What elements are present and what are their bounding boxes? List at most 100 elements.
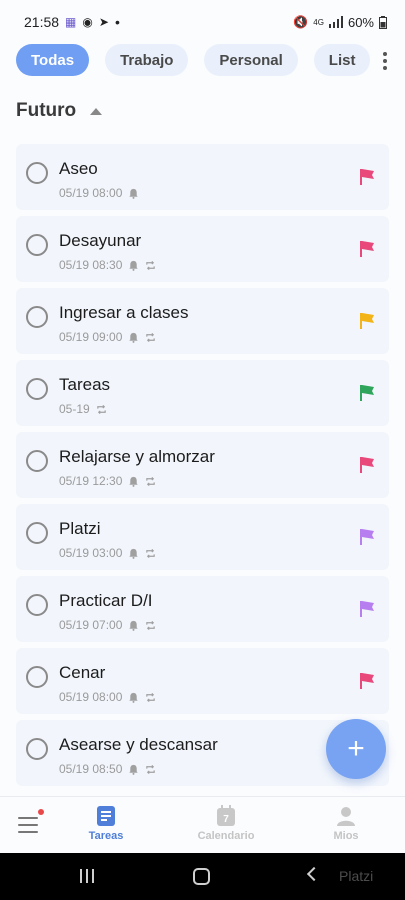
task-checkbox[interactable] — [26, 666, 48, 688]
priority-flag-icon[interactable] — [359, 312, 375, 330]
filter-chips: Todas Trabajo Personal List — [16, 44, 405, 78]
task-card[interactable]: Practicar D/I 05/19 07:00 — [16, 576, 389, 642]
priority-flag-icon[interactable] — [359, 240, 375, 258]
repeat-icon — [96, 404, 106, 414]
task-meta: 05/19 08:00 — [59, 690, 156, 704]
repeat-icon — [146, 764, 156, 774]
priority-flag-icon[interactable] — [359, 672, 375, 690]
collapse-arrow-icon[interactable] — [90, 107, 103, 115]
tab-calendario-label: Calendario — [197, 830, 255, 842]
task-card[interactable]: Aseo 05/19 08:00 — [16, 144, 389, 210]
bell-icon — [129, 548, 139, 559]
tab-calendario[interactable]: 7 Calendario — [176, 805, 276, 842]
task-title: Desayunar — [59, 231, 142, 250]
task-card[interactable]: Ingresar a clases 05/19 09:00 — [16, 288, 389, 354]
repeat-icon — [146, 548, 156, 558]
task-title: Relajarse y almorzar — [59, 447, 215, 466]
priority-flag-icon[interactable] — [359, 168, 375, 186]
task-title: Tareas — [59, 375, 111, 394]
task-checkbox[interactable] — [26, 378, 48, 400]
tab-mios[interactable]: Mios — [296, 805, 396, 842]
bell-icon — [129, 620, 139, 631]
task-datetime: 05/19 08:00 — [59, 690, 123, 704]
home-icon[interactable] — [193, 868, 210, 885]
battery-icon — [379, 15, 387, 29]
task-card[interactable]: Platzi 05/19 03:00 — [16, 504, 389, 570]
task-checkbox[interactable] — [26, 594, 48, 616]
task-checkbox[interactable] — [26, 234, 48, 256]
task-card[interactable]: Tareas 05-19 — [16, 360, 389, 426]
tab-tareas-label: Tareas — [88, 830, 124, 842]
task-title: Practicar D/I — [59, 591, 153, 610]
task-meta: 05/19 08:00 — [59, 186, 139, 200]
status-time: 21:58 — [24, 14, 60, 30]
task-card[interactable]: Relajarse y almorzar 05/19 12:30 — [16, 432, 389, 498]
task-datetime: 05/19 03:00 — [59, 546, 123, 560]
more-options-icon[interactable] — [375, 50, 395, 72]
hamburger-menu-icon[interactable] — [18, 817, 38, 833]
recent-apps-icon[interactable] — [80, 869, 94, 883]
task-card[interactable]: Desayunar 05/19 08:30 — [16, 216, 389, 282]
repeat-icon — [146, 476, 156, 486]
task-list: Aseo 05/19 08:00 Desayunar 05/19 08:30 Ingre… — [16, 144, 389, 792]
section-title: Futuro — [16, 100, 77, 121]
task-datetime: 05/19 08:30 — [59, 258, 123, 272]
calendar-icon: 7 — [217, 805, 235, 826]
bell-icon — [129, 476, 139, 487]
repeat-icon — [146, 692, 156, 702]
bell-icon — [129, 332, 139, 343]
repeat-icon — [146, 260, 156, 270]
task-meta: 05/19 03:00 — [59, 546, 156, 560]
tab-tareas[interactable]: Tareas — [56, 805, 156, 842]
task-datetime: 05/19 12:30 — [59, 474, 123, 488]
tab-mios-label: Mios — [333, 830, 359, 842]
battery-percent: 60% — [347, 14, 374, 30]
task-title: Cenar — [59, 663, 106, 682]
status-bar: 21:58 ▦ ◉ ➤ • 🔇 4G 60% — [0, 0, 405, 44]
chip-todas[interactable]: Todas — [16, 44, 90, 76]
calendar-app-icon: ▦ — [65, 15, 77, 29]
network-label: 4G — [313, 17, 324, 27]
section-header[interactable]: Futuro — [16, 100, 103, 122]
task-checkbox[interactable] — [26, 450, 48, 472]
status-right: 🔇 4G 60% — [293, 15, 387, 30]
status-dot: • — [114, 14, 120, 30]
task-checkbox[interactable] — [26, 162, 48, 184]
task-meta: 05/19 12:30 — [59, 474, 156, 488]
repeat-icon — [146, 332, 156, 342]
add-task-button[interactable]: + — [326, 719, 386, 779]
task-title: Aseo — [59, 159, 98, 178]
task-checkbox[interactable] — [26, 738, 48, 760]
priority-flag-icon[interactable] — [359, 600, 375, 618]
chip-personal[interactable]: Personal — [204, 44, 298, 76]
calendar-day: 7 — [223, 814, 229, 825]
mute-icon: 🔇 — [293, 15, 309, 29]
task-checkbox[interactable] — [26, 306, 48, 328]
bell-icon — [129, 260, 139, 271]
task-datetime: 05-19 — [59, 402, 90, 416]
task-datetime: 05/19 07:00 — [59, 618, 123, 632]
back-icon[interactable] — [306, 866, 322, 882]
priority-flag-icon[interactable] — [359, 456, 375, 474]
bell-icon — [129, 692, 139, 703]
notification-dot — [38, 809, 44, 815]
task-datetime: 05/19 09:00 — [59, 330, 123, 344]
repeat-icon — [146, 620, 156, 630]
task-meta: 05/19 09:00 — [59, 330, 156, 344]
bell-icon — [129, 764, 139, 775]
priority-flag-icon[interactable] — [359, 384, 375, 402]
task-card[interactable]: Cenar 05/19 08:00 — [16, 648, 389, 714]
task-title: Ingresar a clases — [59, 303, 189, 322]
task-checkbox[interactable] — [26, 522, 48, 544]
priority-flag-icon[interactable] — [359, 528, 375, 546]
watermark-logo: Platzi — [339, 868, 374, 884]
chip-list[interactable]: List — [313, 44, 371, 76]
task-datetime: 05/19 08:00 — [59, 186, 123, 200]
task-meta: 05/19 08:50 — [59, 762, 156, 776]
chip-trabajo[interactable]: Trabajo — [105, 44, 189, 76]
spy-icon: ◉ — [82, 15, 93, 29]
bottom-nav: Tareas 7 Calendario Mios — [0, 796, 405, 853]
task-datetime: 05/19 08:50 — [59, 762, 123, 776]
status-left: 21:58 ▦ ◉ ➤ • — [24, 14, 120, 30]
profile-icon — [337, 807, 355, 826]
